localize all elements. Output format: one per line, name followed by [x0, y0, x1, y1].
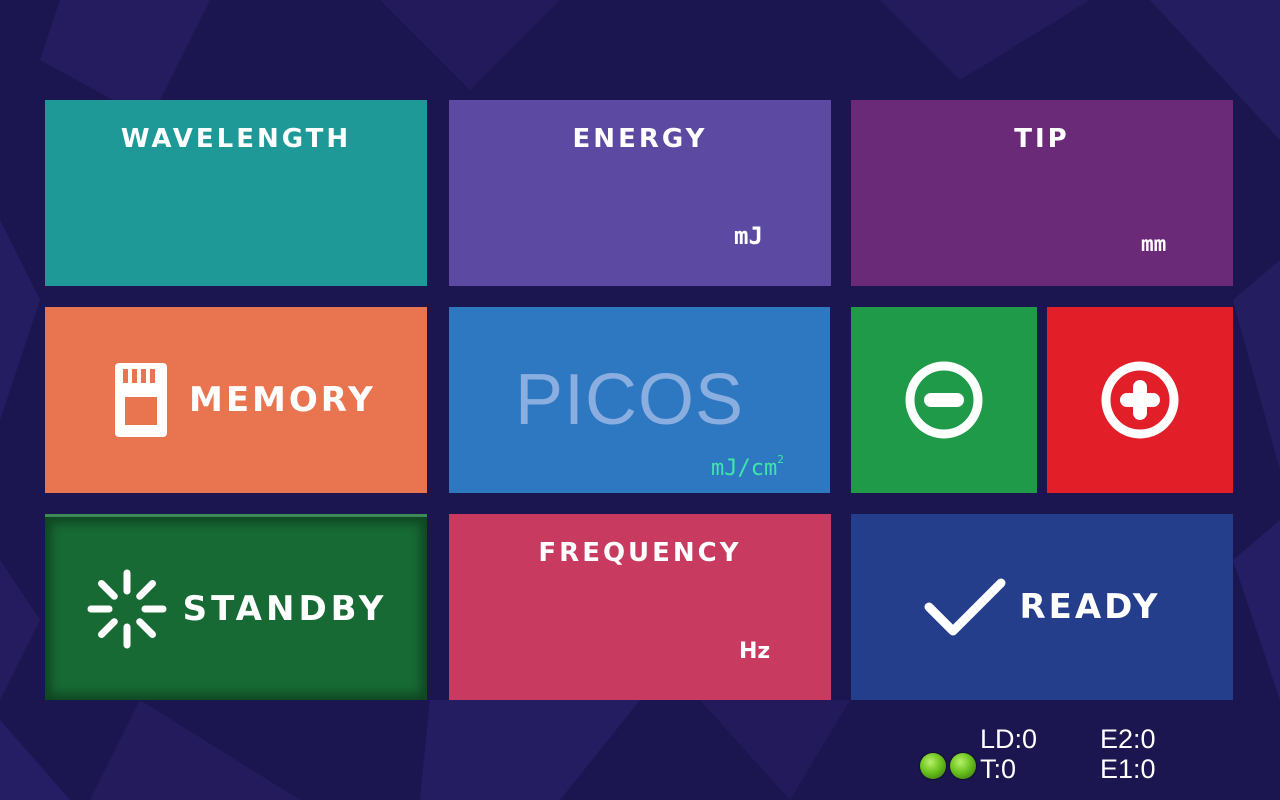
- fluence-unit-exponent: 2: [777, 453, 784, 466]
- fluence-unit: mJ/cm2: [711, 453, 784, 481]
- ready-button[interactable]: READY: [851, 514, 1233, 700]
- fluence-unit-text: mJ/cm: [711, 456, 778, 481]
- frequency-tile[interactable]: FREQUENCY Hz: [449, 514, 831, 700]
- energy-title: ENERGY: [572, 124, 708, 154]
- tip-title: TIP: [1014, 124, 1070, 154]
- memory-label: MEMORY: [189, 380, 376, 420]
- energy-tile[interactable]: ENERGY mJ: [449, 100, 831, 286]
- standby-label: STANDBY: [182, 588, 388, 629]
- frequency-unit: Hz: [739, 639, 771, 664]
- standby-button[interactable]: STANDBY: [45, 514, 427, 700]
- ld-counter: LD:0: [980, 724, 1038, 754]
- status-led-1: [920, 753, 946, 779]
- frequency-title: FREQUENCY: [538, 538, 742, 568]
- plus-circle-icon: [1100, 360, 1180, 440]
- checkmark-icon: [923, 577, 1007, 637]
- sd-card-icon: [115, 363, 167, 437]
- wavelength-tile[interactable]: WAVELENGTH: [45, 100, 427, 286]
- picos-display: PICOS mJ/cm2: [449, 307, 830, 493]
- memory-button[interactable]: MEMORY: [45, 307, 427, 493]
- tip-tile[interactable]: TIP mm: [851, 100, 1233, 286]
- minus-circle-icon: [904, 360, 984, 440]
- increase-button[interactable]: [1047, 307, 1233, 493]
- e2-counter: E2:0: [1100, 724, 1156, 754]
- t-counter: T:0: [980, 754, 1017, 784]
- picos-label: PICOS: [515, 360, 745, 440]
- decrease-button[interactable]: [851, 307, 1037, 493]
- wavelength-title: WAVELENGTH: [120, 124, 352, 154]
- tip-unit: mm: [1141, 232, 1167, 256]
- status-led-2: [950, 753, 976, 779]
- e1-counter: E1:0: [1100, 754, 1156, 784]
- loading-spinner-icon: [85, 567, 169, 651]
- energy-unit: mJ: [734, 222, 763, 250]
- ready-label: READY: [1019, 587, 1161, 627]
